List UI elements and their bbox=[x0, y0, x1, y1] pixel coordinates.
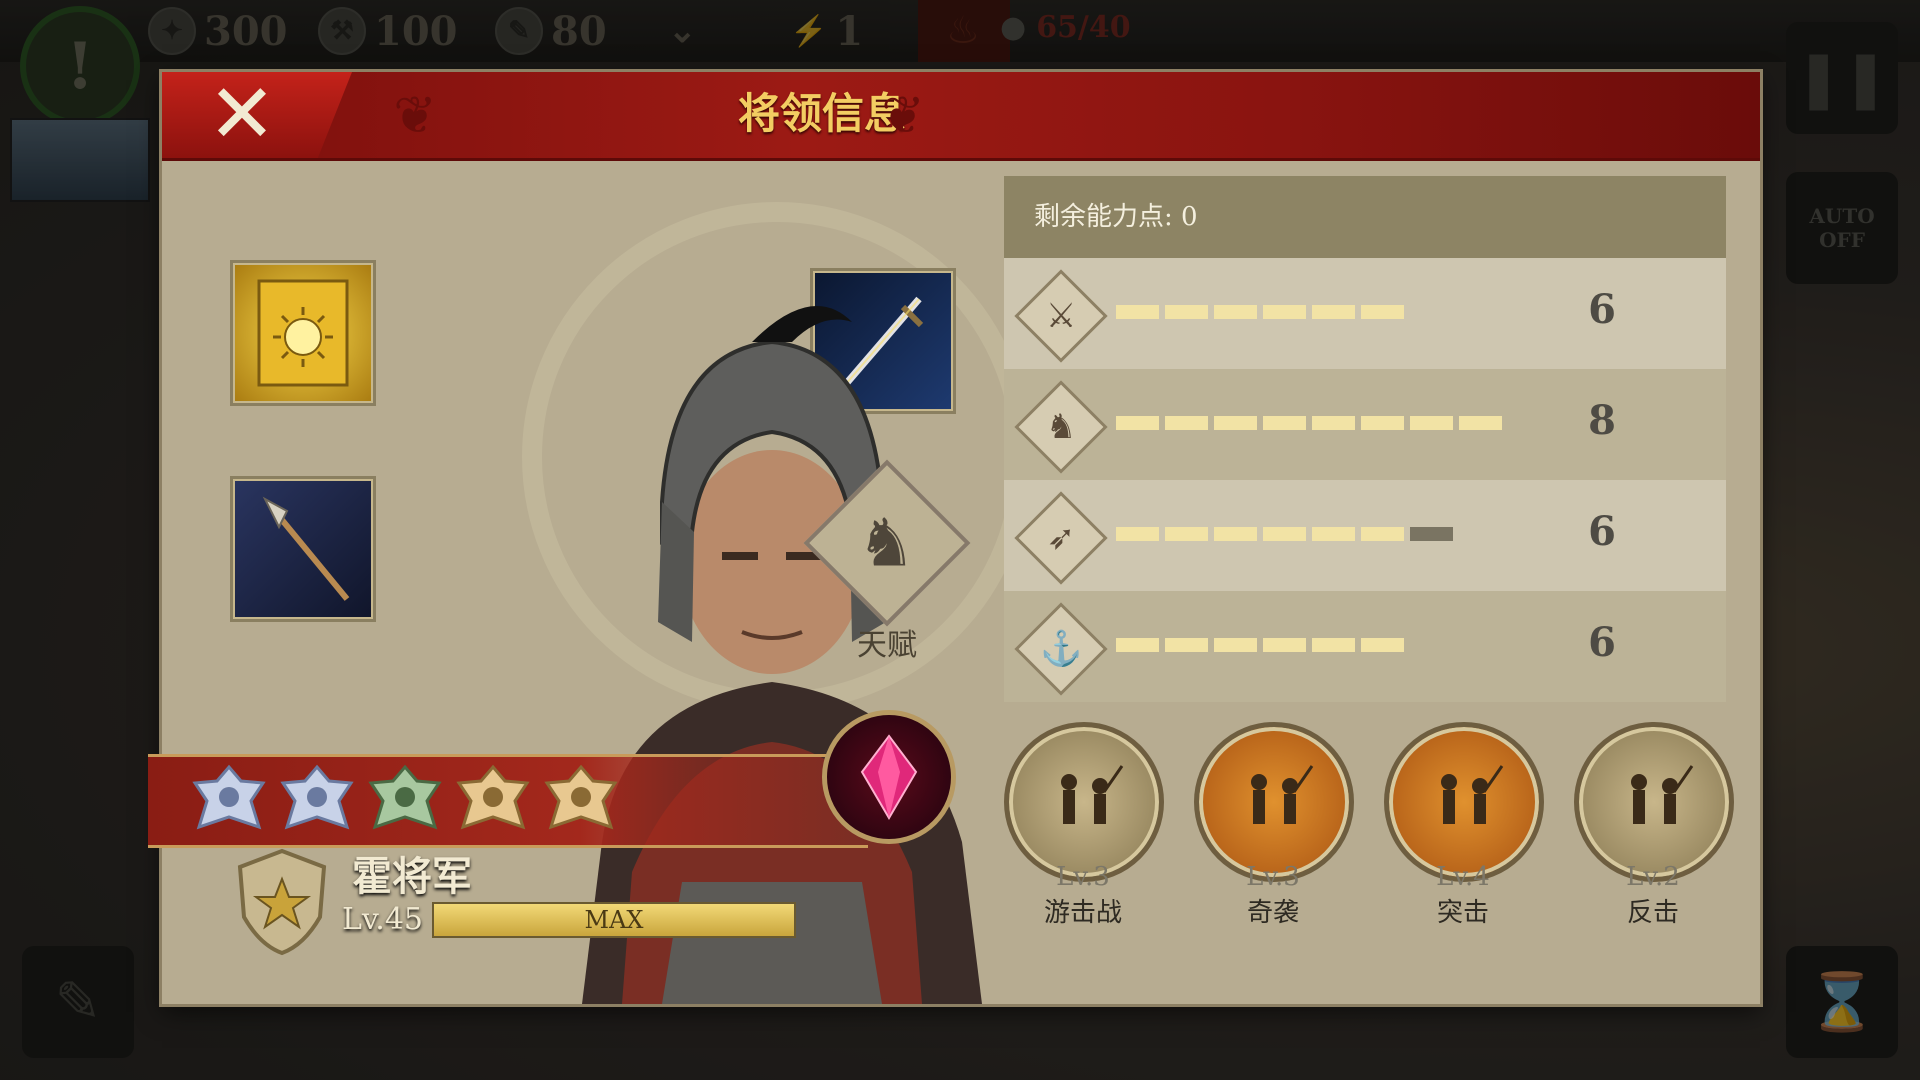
stat-pip bbox=[1263, 638, 1306, 652]
close-button[interactable]: ✕ bbox=[162, 72, 352, 158]
rank-ribbon bbox=[148, 754, 868, 848]
stat-pip bbox=[1361, 305, 1404, 319]
stat-bar bbox=[1116, 527, 1453, 541]
general-level: Lv.45 bbox=[342, 902, 424, 937]
rank-shield-icon bbox=[237, 848, 327, 956]
charge-icon bbox=[1384, 722, 1544, 882]
skill-level: Lv.4 bbox=[1436, 862, 1490, 892]
stat-pip bbox=[1165, 305, 1208, 319]
stat-pip bbox=[1361, 416, 1404, 430]
stat-value: 6 bbox=[1588, 286, 1616, 333]
stat-pip bbox=[1410, 416, 1453, 430]
stat-row: ➶ 6 bbox=[1004, 480, 1726, 591]
stat-pip bbox=[1116, 416, 1159, 430]
spear-icon bbox=[262, 496, 350, 601]
stat-pip bbox=[1361, 527, 1404, 541]
stat-bar bbox=[1116, 638, 1404, 652]
stat-pip bbox=[1116, 527, 1159, 541]
experience-text: MAX bbox=[584, 906, 644, 934]
stat-bar bbox=[1116, 305, 1404, 319]
counter-attack-icon bbox=[1574, 722, 1734, 882]
laurel-left-icon: ❦ bbox=[393, 86, 437, 146]
ability-points-label: 剩余能力点: 0 bbox=[1034, 202, 1198, 232]
stat-value: 6 bbox=[1588, 619, 1616, 666]
stat-row: ⚔ 6 bbox=[1004, 258, 1726, 369]
general-name: 霍将军 bbox=[352, 854, 472, 900]
stat-pip bbox=[1263, 527, 1306, 541]
stat-row: ⚓ 6 bbox=[1004, 591, 1726, 702]
stat-pip bbox=[1116, 305, 1159, 319]
rank-eagle-badge-icon bbox=[276, 760, 358, 842]
rank-badges bbox=[188, 757, 622, 845]
ambush-icon bbox=[1194, 722, 1354, 882]
rank-eagle-badge-icon bbox=[452, 760, 534, 842]
stat-pip bbox=[1165, 638, 1208, 652]
stat-row: ♞ 8 bbox=[1004, 369, 1726, 480]
skill-name: 反击 bbox=[1626, 898, 1679, 928]
skill-item[interactable]: Lv.2 反击 bbox=[1574, 722, 1734, 929]
general-info-panel: ✕ ❦ 将领信息 ❦ ♞ 天赋 霍将军 Lv.45 MAX 剩余能力点: 0 ⚔… bbox=[148, 72, 1760, 1004]
talent-button[interactable]: ♞ 天赋 bbox=[803, 459, 971, 664]
apollo-banner-icon bbox=[257, 279, 349, 387]
skill-item[interactable]: Lv.3 游击战 bbox=[1004, 722, 1164, 929]
stat-pip bbox=[1214, 305, 1257, 319]
stat-pip bbox=[1214, 527, 1257, 541]
stat-value: 8 bbox=[1588, 397, 1616, 444]
skill-item[interactable]: Lv.4 突击 bbox=[1384, 722, 1544, 929]
stat-pip bbox=[1214, 416, 1257, 430]
stat-pip bbox=[1263, 416, 1306, 430]
stat-pip bbox=[1361, 638, 1404, 652]
skills-row: Lv.3 游击战 Lv.3 奇袭 Lv.4 突击 Lv.2 反击 bbox=[1004, 722, 1764, 929]
horse-head-icon: ♞ bbox=[857, 504, 917, 582]
stat-pip bbox=[1312, 527, 1355, 541]
panel-header: ✕ ❦ 将领信息 ❦ bbox=[162, 72, 1760, 161]
horse-icon: ♞ bbox=[1014, 380, 1108, 474]
stat-rows: ⚔ 6 ♞ 8 ➶ 6 ⚓ 6 bbox=[1004, 258, 1726, 702]
skill-name: 突击 bbox=[1436, 898, 1489, 928]
equipment-slot-banner[interactable] bbox=[230, 260, 376, 406]
bow-icon: ➶ bbox=[1014, 491, 1108, 585]
rank-eagle-badge-icon bbox=[540, 760, 622, 842]
stat-pip bbox=[1165, 416, 1208, 430]
ruby-gem-icon bbox=[860, 734, 918, 820]
skill-level: Lv.2 bbox=[1626, 862, 1680, 892]
stat-pip bbox=[1410, 527, 1453, 541]
ability-points-row: 剩余能力点: 0 bbox=[1004, 176, 1726, 258]
rank-eagle-badge-icon bbox=[188, 760, 270, 842]
stat-bar bbox=[1116, 416, 1502, 430]
skill-level: Lv.3 bbox=[1056, 862, 1110, 892]
equipment-slot-spear[interactable] bbox=[230, 476, 376, 622]
cavalry-raid-icon bbox=[1004, 722, 1164, 882]
anchor-icon: ⚓ bbox=[1014, 602, 1108, 696]
talent-label: 天赋 bbox=[857, 628, 917, 663]
sword-icon: ⚔ bbox=[1014, 269, 1108, 363]
stat-pip bbox=[1312, 416, 1355, 430]
stat-pip bbox=[1165, 527, 1208, 541]
stat-pip bbox=[1312, 305, 1355, 319]
skill-name: 奇袭 bbox=[1246, 898, 1299, 928]
skill-name: 游击战 bbox=[1043, 898, 1122, 928]
skill-level: Lv.3 bbox=[1246, 862, 1300, 892]
stat-pip bbox=[1263, 305, 1306, 319]
close-icon: ✕ bbox=[207, 67, 277, 162]
rank-eagle-badge-icon bbox=[364, 760, 446, 842]
stat-pip bbox=[1116, 638, 1159, 652]
stat-pip bbox=[1459, 416, 1502, 430]
talent-diamond: ♞ bbox=[803, 459, 971, 627]
stat-pip bbox=[1312, 638, 1355, 652]
stats-panel: 剩余能力点: 0 ⚔ 6 ♞ 8 ➶ 6 ⚓ 6 bbox=[1004, 176, 1726, 702]
skill-item[interactable]: Lv.3 奇袭 bbox=[1194, 722, 1354, 929]
stat-pip bbox=[1214, 638, 1257, 652]
panel-title: 将领信息 bbox=[737, 89, 906, 138]
gem-button[interactable] bbox=[822, 710, 956, 844]
stat-value: 6 bbox=[1588, 508, 1616, 555]
laurel-right-icon: ❦ bbox=[881, 86, 925, 146]
experience-bar: MAX bbox=[432, 902, 796, 938]
